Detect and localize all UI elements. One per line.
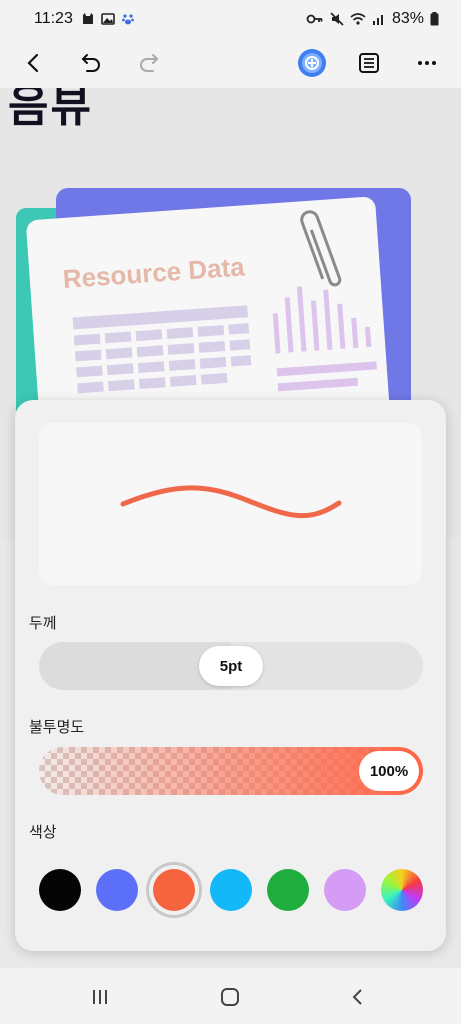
back-arrow-icon <box>27 53 39 73</box>
stroke-preview-line <box>120 485 342 519</box>
status-right: 83% <box>306 10 439 28</box>
color-swatch-blue[interactable] <box>96 869 138 911</box>
color-swatches <box>39 865 423 915</box>
opacity-label: 불투명도 <box>29 719 85 736</box>
undo-button[interactable] <box>74 46 108 80</box>
system-back-button[interactable] <box>343 982 373 1012</box>
back-icon <box>352 989 362 1005</box>
color-swatch-black[interactable] <box>39 869 81 911</box>
image-notification-icon <box>101 13 115 25</box>
key-icon <box>306 14 323 24</box>
status-notification-icons <box>81 12 135 26</box>
navigation-bar <box>0 968 461 1024</box>
color-label: 색상 <box>29 824 57 841</box>
mute-icon <box>330 12 344 26</box>
home-button[interactable] <box>215 982 245 1012</box>
document-heading: 음뷰 <box>8 88 93 131</box>
status-time: 11:23 <box>34 10 73 27</box>
wifi-icon <box>350 13 366 25</box>
color-swatch-lavender[interactable] <box>324 869 366 911</box>
recent-apps-button[interactable] <box>85 982 115 1012</box>
pen-settings-panel: 두께 5pt 불투명도 100% 색상 <box>15 400 446 951</box>
cat-notification-icon <box>82 13 93 24</box>
thickness-label: 두께 <box>29 615 57 632</box>
redo-icon <box>140 54 159 72</box>
ai-assistant-button[interactable] <box>295 46 329 80</box>
undo-icon <box>81 54 100 72</box>
home-icon <box>221 988 239 1006</box>
color-swatch-rainbow[interactable] <box>381 869 423 911</box>
more-options-icon <box>418 61 436 65</box>
ai-assistant-icon <box>298 49 326 77</box>
back-button[interactable] <box>17 46 51 80</box>
status-bar: 11:23 83% <box>0 0 461 38</box>
thickness-slider[interactable]: 5pt <box>39 642 423 690</box>
list-view-button[interactable] <box>352 46 386 80</box>
redo-button[interactable] <box>132 46 166 80</box>
list-view-icon <box>359 53 379 73</box>
top-toolbar <box>0 38 461 88</box>
color-swatch-orange-red[interactable] <box>153 869 195 911</box>
more-options-button[interactable] <box>410 46 444 80</box>
color-swatch-sky-blue[interactable] <box>210 869 252 911</box>
recent-apps-icon <box>93 990 107 1004</box>
opacity-slider-thumb[interactable]: 100% <box>359 751 419 791</box>
paw-notification-icon <box>121 14 134 25</box>
battery-percent: 83% <box>391 10 424 27</box>
battery-icon <box>430 12 439 26</box>
stroke-preview <box>39 423 422 585</box>
color-swatch-green[interactable] <box>267 869 309 911</box>
signal-icon <box>372 15 383 25</box>
thickness-slider-thumb[interactable]: 5pt <box>199 646 263 686</box>
